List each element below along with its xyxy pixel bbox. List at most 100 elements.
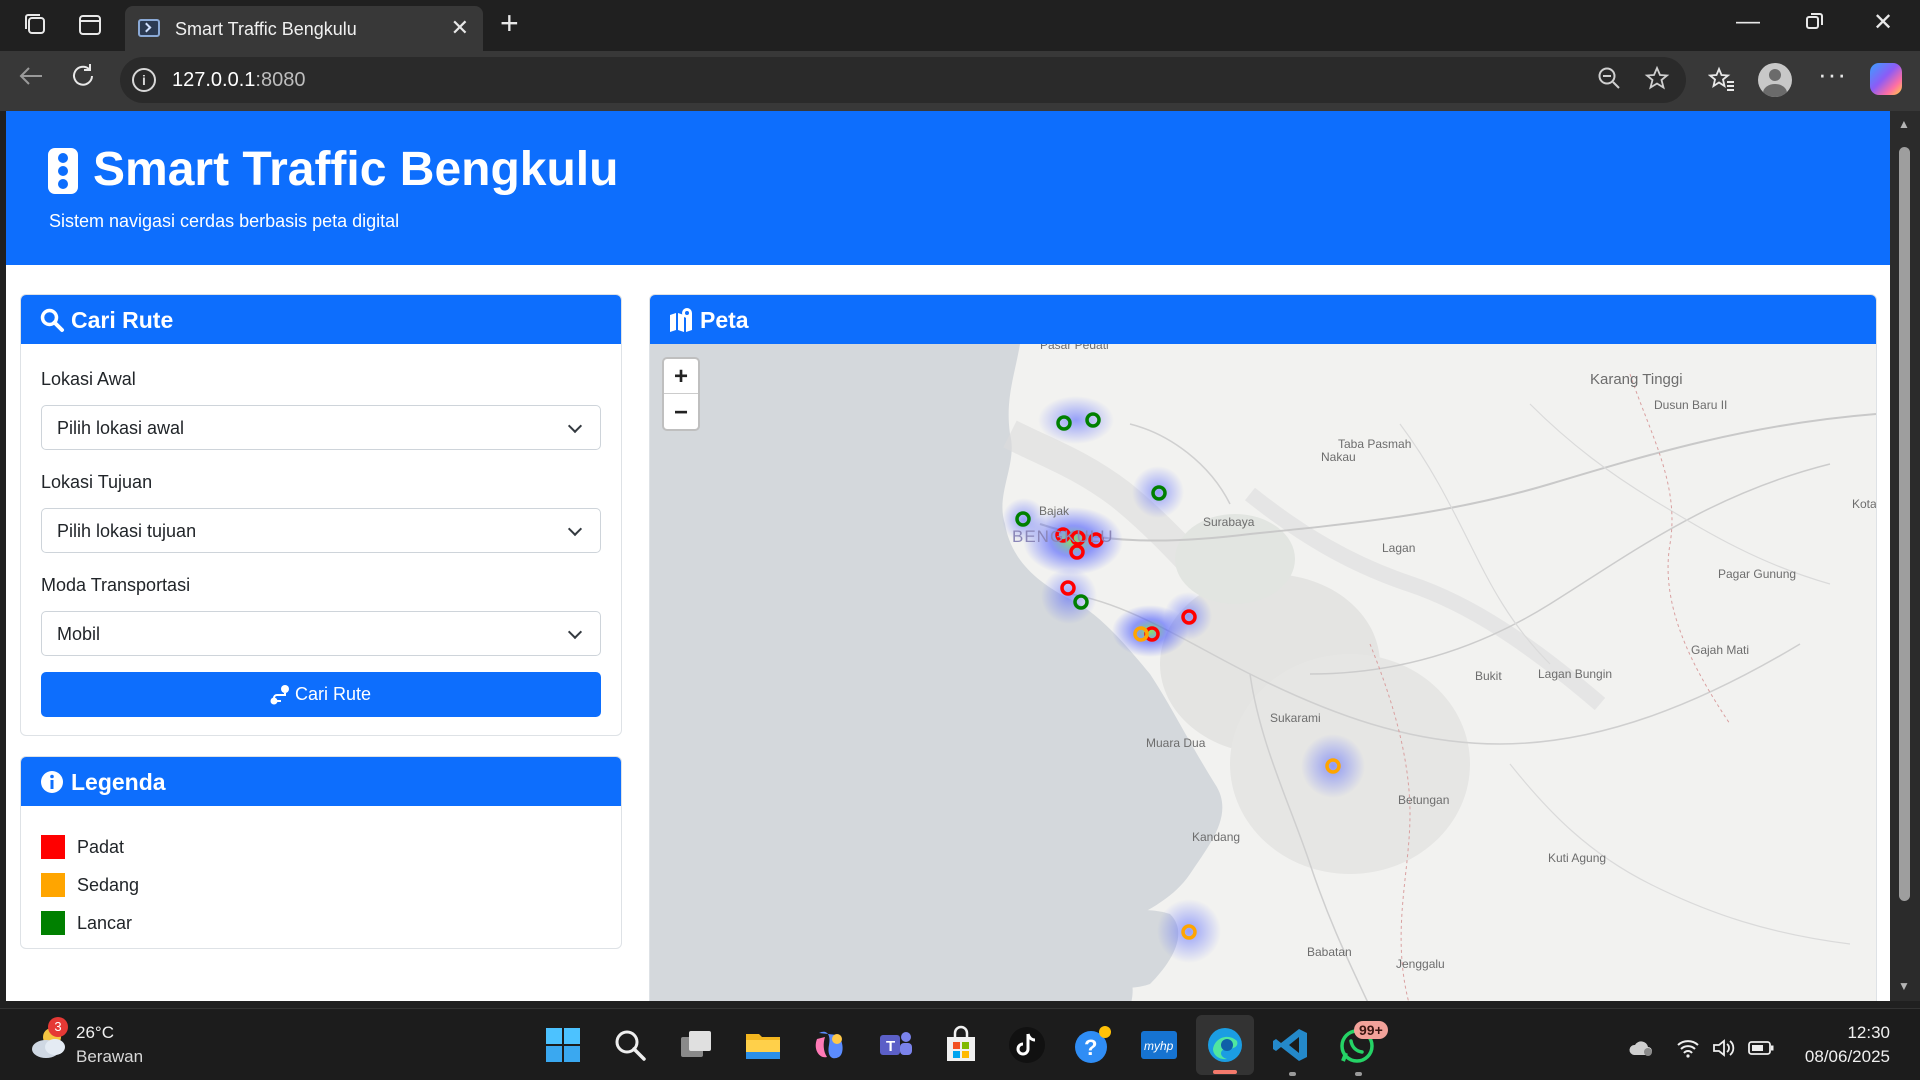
- task-view-icon[interactable]: [677, 1025, 717, 1065]
- onedrive-cloud-icon[interactable]: [1628, 1039, 1654, 1063]
- scrollbar-thumb[interactable]: [1899, 147, 1910, 901]
- running-app-indicator: [1289, 1072, 1296, 1076]
- destination-label: Lokasi Tujuan: [41, 472, 153, 492]
- map-card: Peta Pasar Pedati Karang Tinggi Dusun Ba…: [649, 294, 1877, 1001]
- page-viewport: Smart Traffic Bengkulu Sistem navigasi c…: [6, 111, 1890, 1001]
- destination-select-value: Pilih lokasi tujuan: [57, 521, 197, 541]
- map-header: Peta: [650, 295, 1876, 344]
- zoom-out-page-icon[interactable]: [1596, 65, 1622, 98]
- volume-icon[interactable]: [1712, 1038, 1736, 1064]
- map-label: Surabaya: [1203, 515, 1255, 529]
- map-label: Bajak: [1039, 504, 1070, 518]
- map-label: Kota: [1852, 497, 1876, 511]
- map-label: Pasar Pedati: [1040, 344, 1109, 352]
- traffic-map[interactable]: Pasar Pedati Karang Tinggi Dusun Baru II…: [650, 344, 1876, 1001]
- windows-start-icon[interactable]: [543, 1025, 583, 1065]
- map-label: Pagar Gunung: [1718, 567, 1797, 581]
- map-label: Dusun Baru II: [1654, 398, 1728, 412]
- favorites-icon[interactable]: [1707, 65, 1736, 100]
- copilot-icon[interactable]: [1870, 63, 1902, 95]
- legend-label: Sedang: [77, 875, 140, 895]
- map-label: BENGKULU: [1012, 527, 1114, 546]
- myhp-icon[interactable]: myhp: [1139, 1025, 1179, 1065]
- transport-mode-select[interactable]: Mobil: [41, 611, 601, 656]
- tiktok-icon[interactable]: [1007, 1025, 1047, 1065]
- file-explorer-icon[interactable]: [743, 1025, 783, 1065]
- clock-date[interactable]: 08/06/2025: [1805, 1047, 1890, 1067]
- tab-title: Smart Traffic Bengkulu: [175, 19, 357, 39]
- map-zoom-in-button[interactable]: +: [664, 359, 698, 394]
- search-route-button[interactable]: Cari Rute: [41, 672, 601, 717]
- info-circle-icon: [41, 771, 63, 793]
- more-options-icon[interactable]: ···: [1818, 59, 1847, 90]
- weather-alert-badge: 3: [48, 1017, 68, 1037]
- close-tab-icon[interactable]: ✕: [451, 15, 469, 41]
- site-info-icon[interactable]: i: [132, 68, 156, 92]
- page-favicon-icon: [138, 19, 160, 37]
- route-search-title: Cari Rute: [71, 307, 174, 333]
- transport-mode-value: Mobil: [57, 624, 101, 644]
- close-window-icon[interactable]: ✕: [1873, 8, 1893, 37]
- route-icon: [270, 685, 289, 705]
- origin-label: Lokasi Awal: [41, 369, 136, 389]
- map-zoom-control: + −: [662, 357, 700, 431]
- origin-select[interactable]: Pilih lokasi awal: [41, 405, 601, 450]
- search-route-button-label: Cari Rute: [295, 684, 372, 704]
- map-label: Bukit: [1475, 669, 1502, 683]
- restore-icon[interactable]: [1804, 10, 1826, 39]
- profile-avatar[interactable]: [1758, 63, 1792, 97]
- chevron-down-icon: [567, 624, 583, 640]
- map-label: Babatan: [1307, 945, 1352, 959]
- map-zoom-out-button[interactable]: −: [664, 395, 698, 430]
- reload-icon[interactable]: [68, 61, 98, 98]
- microsoft-store-icon[interactable]: [941, 1025, 981, 1065]
- url-text: 127.0.0.1:8080: [172, 69, 306, 91]
- vscode-icon[interactable]: [1271, 1025, 1311, 1065]
- map-title: Peta: [700, 307, 749, 333]
- map-label: Lagan: [1382, 541, 1416, 555]
- page-scrollbar[interactable]: ▲ ▼: [1890, 111, 1920, 1001]
- search-icon[interactable]: [610, 1025, 650, 1065]
- vertical-tabs-icon[interactable]: [76, 11, 104, 39]
- new-tab-icon[interactable]: +: [500, 5, 519, 42]
- address-bar[interactable]: i 127.0.0.1:8080: [120, 57, 1686, 103]
- map-label: Nakau: [1321, 450, 1356, 464]
- browser-tab-bar: Smart Traffic Bengkulu ✕ + — ✕: [0, 0, 1920, 51]
- map-label: Sukarami: [1270, 711, 1321, 725]
- battery-icon[interactable]: [1748, 1039, 1774, 1062]
- workspaces-icon[interactable]: [22, 11, 50, 39]
- route-search-card: Cari Rute Lokasi Awal Pilih lokasi awal …: [20, 294, 622, 736]
- scroll-up-icon[interactable]: ▲: [1898, 117, 1910, 131]
- chevron-down-icon: [567, 418, 583, 434]
- svg-text:?: ?: [1084, 1035, 1097, 1060]
- svg-text:T: T: [886, 1038, 895, 1055]
- minimize-icon[interactable]: —: [1736, 8, 1760, 36]
- wifi-icon[interactable]: [1676, 1038, 1700, 1064]
- svg-text:myhp: myhp: [1144, 1039, 1174, 1053]
- get-help-icon[interactable]: ?: [1073, 1025, 1113, 1065]
- map-label: Muara Dua: [1146, 736, 1206, 750]
- active-app-indicator: [1213, 1070, 1237, 1074]
- map-label: Lagan Bungin: [1538, 667, 1613, 681]
- teams-icon[interactable]: T: [875, 1025, 915, 1065]
- search-icon: [40, 308, 64, 332]
- map-tiles: [650, 344, 1876, 1001]
- map-label: Gajah Mati: [1691, 643, 1750, 657]
- back-icon[interactable]: [16, 61, 46, 98]
- favorite-star-icon[interactable]: [1644, 65, 1670, 98]
- map-label: Kandang: [1192, 830, 1241, 844]
- legend-swatch: [41, 835, 65, 859]
- destination-select[interactable]: Pilih lokasi tujuan: [41, 508, 601, 553]
- origin-select-value: Pilih lokasi awal: [57, 418, 185, 438]
- scroll-down-icon[interactable]: ▼: [1898, 979, 1910, 993]
- map-label: Betungan: [1398, 793, 1450, 807]
- traffic-light-icon: [48, 148, 78, 194]
- whatsapp-unread-badge: 99+: [1354, 1021, 1388, 1039]
- route-search-header: Cari Rute: [21, 295, 621, 344]
- map-label: Jenggalu: [1396, 957, 1445, 971]
- edge-browser-icon[interactable]: [1205, 1025, 1245, 1065]
- copilot-app-icon[interactable]: [809, 1025, 849, 1065]
- active-tab[interactable]: Smart Traffic Bengkulu ✕: [125, 6, 483, 51]
- clock-time[interactable]: 12:30: [1847, 1023, 1890, 1043]
- legend-swatch: [41, 911, 65, 935]
